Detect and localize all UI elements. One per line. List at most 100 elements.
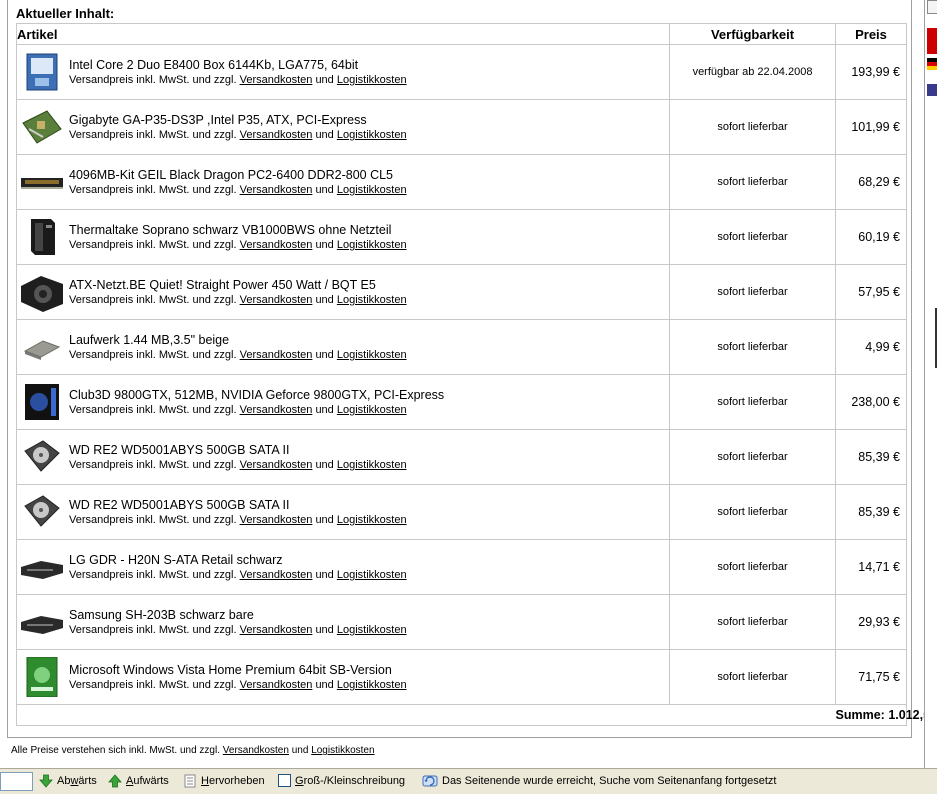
availability-cell: verfügbar ab 22.04.2008 — [669, 44, 836, 100]
checkbox-box[interactable] — [278, 774, 291, 787]
graphics-card-icon[interactable] — [21, 382, 63, 422]
logistikkosten-link[interactable]: Logistikkosten — [337, 294, 407, 306]
versandkosten-link[interactable]: Versandkosten — [240, 514, 313, 526]
logistikkosten-link[interactable]: Logistikkosten — [337, 184, 407, 196]
table-row: WD RE2 WD5001ABYS 500GB SATA II Versandpr… — [16, 429, 907, 485]
versandkosten-link[interactable]: Versandkosten — [240, 184, 313, 196]
logistikkosten-link[interactable]: Logistikkosten — [337, 129, 407, 141]
find-status: Das Seitenende wurde erreicht, Suche vom… — [422, 774, 776, 788]
logistikkosten-link[interactable]: Logistikkosten — [337, 404, 407, 416]
article-cell: Samsung SH-203B schwarz bare Versandpreis… — [16, 594, 670, 650]
psu-icon[interactable] — [21, 272, 63, 312]
floppy-drive-icon[interactable] — [21, 327, 63, 367]
shipping-note: Versandpreis inkl. MwSt. und zzgl. Versa… — [69, 129, 407, 141]
product-name[interactable]: 4096MB-Kit GEIL Black Dragon PC2-6400 DD… — [69, 168, 393, 182]
adjacent-tab[interactable] — [927, 0, 937, 14]
find-previous-button[interactable]: Aufwärts — [108, 774, 169, 788]
footnote-logistikkosten-link[interactable]: Logistikkosten — [311, 745, 374, 756]
footnote-text: Alle Preise verstehen sich inkl. MwSt. u… — [11, 745, 220, 756]
versandkosten-link[interactable]: Versandkosten — [240, 459, 313, 471]
product-name[interactable]: WD RE2 WD5001ABYS 500GB SATA II — [69, 443, 289, 457]
product-name[interactable]: LG GDR - H20N S-ATA Retail schwarz — [69, 553, 282, 567]
product-name[interactable]: Microsoft Windows Vista Home Premium 64b… — [69, 663, 392, 677]
versandkosten-link[interactable]: Versandkosten — [240, 294, 313, 306]
shipping-note-and: und — [315, 679, 334, 691]
highlight-all-button[interactable]: Hervorheben — [183, 774, 265, 788]
versandkosten-link[interactable]: Versandkosten — [240, 239, 313, 251]
logistikkosten-link[interactable]: Logistikkosten — [337, 349, 407, 361]
header-preis: Preis — [835, 23, 907, 45]
availability-cell: sofort lieferbar — [669, 374, 836, 430]
product-name[interactable]: Club3D 9800GTX, 512MB, NVIDIA Geforce 98… — [69, 388, 444, 402]
shipping-note-and: und — [315, 624, 334, 636]
table-row: WD RE2 WD5001ABYS 500GB SATA II Versandpr… — [16, 484, 907, 540]
logistikkosten-link[interactable]: Logistikkosten — [337, 514, 407, 526]
shipping-note-and: und — [315, 569, 334, 581]
wrap-info-icon — [422, 775, 438, 787]
shipping-note-and: und — [315, 294, 334, 306]
shipping-note-text: Versandpreis inkl. MwSt. und zzgl. — [69, 514, 237, 526]
article-cell: Intel Core 2 Duo E8400 Box 6144Kb, LGA77… — [16, 44, 670, 100]
optical-drive-icon[interactable] — [21, 547, 63, 587]
versandkosten-link[interactable]: Versandkosten — [240, 349, 313, 361]
content-frame-bottom — [7, 737, 912, 738]
article-cell: WD RE2 WD5001ABYS 500GB SATA II Versandpr… — [16, 484, 670, 540]
find-next-button[interactable]: Abwärts — [39, 774, 97, 788]
shipping-note-and: und — [315, 404, 334, 416]
availability-cell: sofort lieferbar — [669, 539, 836, 595]
logistikkosten-link[interactable]: Logistikkosten — [337, 74, 407, 86]
product-name[interactable]: Laufwerk 1.44 MB,3.5" beige — [69, 333, 229, 347]
shipping-note-and: und — [315, 74, 334, 86]
product-name[interactable]: WD RE2 WD5001ABYS 500GB SATA II — [69, 498, 289, 512]
product-name[interactable]: Samsung SH-203B schwarz bare — [69, 608, 254, 622]
match-case-checkbox[interactable]: Groß-/Kleinschreibung — [278, 774, 405, 787]
logistikkosten-link[interactable]: Logistikkosten — [337, 679, 407, 691]
table-row: 4096MB-Kit GEIL Black Dragon PC2-6400 DD… — [16, 154, 907, 210]
optical-drive-icon[interactable] — [21, 602, 63, 642]
price-cell: 238,00 € — [835, 374, 907, 430]
uk-flag-icon[interactable] — [927, 84, 937, 96]
versandkosten-link[interactable]: Versandkosten — [240, 679, 313, 691]
product-name[interactable]: Intel Core 2 Duo E8400 Box 6144Kb, LGA77… — [69, 58, 358, 72]
arrow-down-icon — [39, 774, 53, 788]
hard-disk-icon[interactable] — [21, 492, 63, 532]
versandkosten-link[interactable]: Versandkosten — [240, 74, 313, 86]
versandkosten-link[interactable]: Versandkosten — [240, 624, 313, 636]
adjacent-red-badge — [927, 28, 937, 54]
footnote-versandkosten-link[interactable]: Versandkosten — [223, 745, 289, 756]
table-row: Microsoft Windows Vista Home Premium 64b… — [16, 649, 907, 705]
versandkosten-link[interactable]: Versandkosten — [240, 569, 313, 581]
product-name[interactable]: Gigabyte GA-P35-DS3P ,Intel P35, ATX, PC… — [69, 113, 367, 127]
logistikkosten-link[interactable]: Logistikkosten — [337, 624, 407, 636]
logistikkosten-link[interactable]: Logistikkosten — [337, 239, 407, 251]
ram-icon[interactable] — [21, 162, 63, 202]
cpu-box-icon[interactable] — [21, 52, 63, 92]
product-name[interactable]: Thermaltake Soprano schwarz VB1000BWS oh… — [69, 223, 391, 237]
mainboard-icon[interactable] — [21, 107, 63, 147]
pc-case-icon[interactable] — [21, 217, 63, 257]
shipping-note-text: Versandpreis inkl. MwSt. und zzgl. — [69, 74, 237, 86]
table-row: Intel Core 2 Duo E8400 Box 6144Kb, LGA77… — [16, 44, 907, 100]
table-row: Thermaltake Soprano schwarz VB1000BWS oh… — [16, 209, 907, 265]
shipping-note-text: Versandpreis inkl. MwSt. und zzgl. — [69, 184, 237, 196]
shipping-note-text: Versandpreis inkl. MwSt. und zzgl. — [69, 679, 237, 691]
product-name[interactable]: ATX-Netzt.BE Quiet! Straight Power 450 W… — [69, 278, 376, 292]
availability-cell: sofort lieferbar — [669, 99, 836, 155]
shipping-note-text: Versandpreis inkl. MwSt. und zzgl. — [69, 129, 237, 141]
find-input[interactable] — [0, 772, 33, 791]
adjacent-window-edge — [924, 0, 937, 768]
hard-disk-icon[interactable] — [21, 437, 63, 477]
table-row: Samsung SH-203B schwarz bare Versandpreis… — [16, 594, 907, 650]
price-footnote: Alle Preise verstehen sich inkl. MwSt. u… — [11, 745, 375, 756]
shipping-note-and: und — [315, 459, 334, 471]
table-row: Laufwerk 1.44 MB,3.5" beige Versandpreis … — [16, 319, 907, 375]
logistikkosten-link[interactable]: Logistikkosten — [337, 459, 407, 471]
german-flag-icon[interactable] — [927, 58, 937, 70]
versandkosten-link[interactable]: Versandkosten — [240, 404, 313, 416]
versandkosten-link[interactable]: Versandkosten — [240, 129, 313, 141]
availability-cell: sofort lieferbar — [669, 429, 836, 485]
logistikkosten-link[interactable]: Logistikkosten — [337, 569, 407, 581]
software-box-icon[interactable] — [21, 656, 63, 698]
sum-spacer — [16, 704, 836, 726]
shipping-note-and: und — [315, 514, 334, 526]
